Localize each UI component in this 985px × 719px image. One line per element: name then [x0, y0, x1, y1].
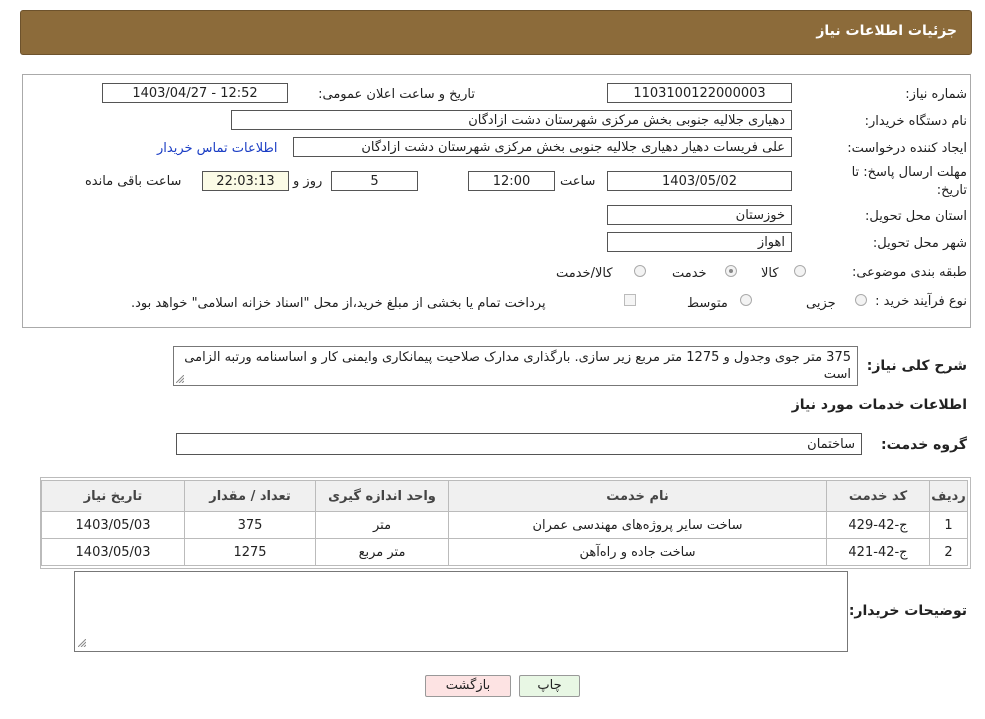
description-label: شرح کلی نیاز: — [866, 358, 967, 374]
table-header-row: ردیف کد خدمت نام خدمت واحد اندازه گیری ت… — [41, 480, 968, 512]
announce-date-field: 1403/04/27 - 12:52 — [102, 83, 288, 103]
time-remaining-field: 22:03:13 — [202, 171, 289, 191]
cell-service-code: ج-42-429 — [826, 511, 930, 539]
page-title: جزئیات اطلاعات نیاز — [816, 23, 957, 39]
days-remaining-field: 5 — [331, 171, 418, 191]
deadline-time-field: 12:00 — [468, 171, 555, 191]
table-row: 2 ج-42-421 ساخت جاده و راه‌آهن متر مربع … — [41, 538, 968, 566]
cell-unit: متر — [315, 511, 449, 539]
cell-service-code: ج-42-421 — [826, 538, 930, 566]
category-service-radio[interactable] — [725, 265, 737, 277]
description-text: 375 متر جوی وجدول و 1275 متر مربع زیر سا… — [184, 350, 851, 382]
deadline-label-date: تاریخ: — [936, 183, 967, 198]
col-unit-header: واحد اندازه گیری — [315, 480, 449, 512]
buyer-contact-link[interactable]: اطلاعات تماس خریدار — [157, 141, 277, 156]
purchase-medium-radio[interactable] — [740, 294, 752, 306]
announce-date-label: تاریخ و ساعت اعلان عمومی: — [318, 87, 475, 102]
treasury-payment-checkbox[interactable] — [624, 294, 636, 306]
description-textarea[interactable]: 375 متر جوی وجدول و 1275 متر مربع زیر سا… — [173, 346, 858, 386]
services-table-wrapper: ردیف کد خدمت نام خدمت واحد اندازه گیری ت… — [40, 477, 971, 569]
cell-row-number: 1 — [929, 511, 968, 539]
cell-need-date: 1403/05/03 — [41, 538, 185, 566]
purchase-minor-label: جزیی — [806, 296, 836, 311]
service-group-label: گروه خدمت: — [881, 437, 967, 453]
col-date-header: تاریخ نیاز — [41, 480, 185, 512]
purchase-medium-label: متوسط — [687, 296, 728, 311]
back-button[interactable]: بازگشت — [425, 675, 511, 697]
deadline-label: مهلت ارسال پاسخ: تا — [851, 165, 967, 180]
need-number-field: 1103100122000003 — [607, 83, 792, 103]
category-service-label: خدمت — [672, 266, 707, 281]
category-goods-label: کالا — [761, 266, 779, 281]
cell-service-name: ساخت سایر پروژه‌های مهندسی عمران — [448, 511, 827, 539]
treasury-payment-note: پرداخت تمام یا بخشی از مبلغ خرید،از محل … — [131, 296, 546, 311]
province-field: خوزستان — [607, 205, 792, 225]
services-table: ردیف کد خدمت نام خدمت واحد اندازه گیری ت… — [41, 480, 968, 566]
page-header: جزئیات اطلاعات نیاز — [20, 10, 972, 55]
buyer-org-label: نام دستگاه خریدار: — [864, 114, 967, 129]
category-goods-radio[interactable] — [794, 265, 806, 277]
col-row-header: ردیف — [929, 480, 968, 512]
cell-quantity: 375 — [184, 511, 316, 539]
province-label: استان محل تحویل: — [865, 209, 967, 224]
print-button[interactable]: چاپ — [519, 675, 580, 697]
resize-handle-icon[interactable] — [176, 375, 184, 383]
need-number-label: شماره نیاز: — [905, 87, 967, 102]
deadline-date-field: 1403/05/02 — [607, 171, 792, 191]
deadline-time-label: ساعت — [560, 174, 596, 189]
city-label: شهر محل تحویل: — [872, 236, 967, 251]
resize-handle-icon[interactable] — [78, 639, 86, 647]
col-qty-header: تعداد / مقدار — [184, 480, 316, 512]
cell-quantity: 1275 — [184, 538, 316, 566]
requester-field: علی فریسات دهیار دهیاری جلالیه جنوبی بخش… — [293, 137, 792, 157]
services-section-title: اطلاعات خدمات مورد نیاز — [791, 397, 967, 413]
category-goods-service-radio[interactable] — [634, 265, 646, 277]
cell-need-date: 1403/05/03 — [41, 511, 185, 539]
table-row: 1 ج-42-429 ساخت سایر پروژه‌های مهندسی عم… — [41, 511, 968, 539]
buyer-notes-label: توضیحات خریدار: — [848, 603, 967, 619]
cell-service-name: ساخت جاده و راه‌آهن — [448, 538, 827, 566]
category-goods-service-label: کالا/خدمت — [556, 266, 613, 281]
time-remaining-label: ساعت باقی مانده — [85, 174, 182, 189]
col-code-header: کد خدمت — [826, 480, 930, 512]
cell-row-number: 2 — [929, 538, 968, 566]
cell-unit: متر مربع — [315, 538, 449, 566]
buyer-org-field: دهیاری جلالیه جنوبی بخش مرکزی شهرستان دش… — [231, 110, 792, 130]
category-label: طبقه بندی موضوعی: — [851, 265, 967, 280]
purchase-minor-radio[interactable] — [855, 294, 867, 306]
requester-label: ایجاد کننده درخواست: — [847, 141, 967, 156]
purchase-type-label: نوع فرآیند خرید : — [875, 294, 967, 309]
col-name-header: نام خدمت — [448, 480, 827, 512]
buyer-notes-textarea[interactable] — [74, 571, 848, 652]
days-label: روز و — [293, 174, 323, 189]
city-field: اهواز — [607, 232, 792, 252]
service-group-field: ساختمان — [176, 433, 862, 455]
